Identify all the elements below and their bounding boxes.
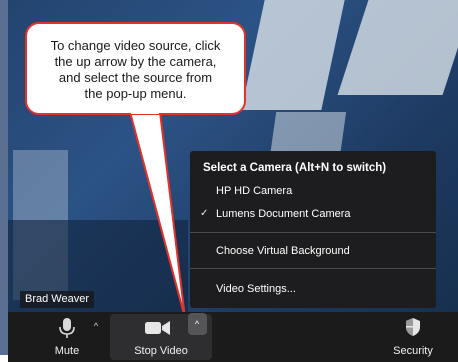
background-shape <box>337 0 458 95</box>
camera-select-menu: Select a Camera (Alt+N to switch) HP HD … <box>190 151 436 308</box>
callout-line: and select the source from <box>58 70 213 85</box>
left-border-strip <box>0 0 8 362</box>
security-label: Security <box>393 345 433 357</box>
menu-divider <box>190 232 436 233</box>
video-camera-icon <box>145 321 170 335</box>
menu-item-video-settings[interactable]: Video Settings... <box>190 279 436 299</box>
menu-item-label: Video Settings... <box>216 283 296 295</box>
left-border-inner <box>0 0 8 355</box>
callout-line: the pop-up menu. <box>84 86 187 101</box>
menu-item-label: HP HD Camera <box>216 185 293 197</box>
callout-tail-joint <box>131 110 159 114</box>
menu-item-virtual-background[interactable]: Choose Virtual Background <box>190 241 436 261</box>
mute-label: Mute <box>54 345 80 357</box>
microphone-icon <box>59 318 75 338</box>
mute-button[interactable]: Mute <box>41 312 93 362</box>
participant-name-tag: Brad Weaver <box>20 291 94 308</box>
instruction-callout: To change video source, click the up arr… <box>25 22 246 115</box>
check-icon: ✓ <box>200 208 209 219</box>
background-shape <box>241 0 345 110</box>
shield-icon <box>406 318 420 336</box>
video-options-caret[interactable]: ^ <box>190 316 204 332</box>
menu-item-lumens-document-camera[interactable]: ✓ Lumens Document Camera <box>190 204 436 224</box>
menu-header: Select a Camera (Alt+N to switch) <box>203 162 387 174</box>
security-button[interactable]: Security <box>383 312 443 362</box>
menu-item-label: Choose Virtual Background <box>216 245 350 257</box>
callout-line: To change video source, click <box>50 38 221 53</box>
menu-item-label: Lumens Document Camera <box>216 208 351 220</box>
menu-divider <box>190 268 436 269</box>
callout-line: the up arrow by the camera, <box>54 54 217 69</box>
stop-video-label: Stop Video <box>134 345 188 357</box>
stop-video-button[interactable]: Stop Video <box>110 312 188 362</box>
menu-item-hp-hd-camera[interactable]: HP HD Camera <box>190 181 436 201</box>
audio-options-caret[interactable]: ^ <box>89 318 103 334</box>
meeting-toolbar: Mute ^ Stop Video ^ Security <box>8 312 458 362</box>
